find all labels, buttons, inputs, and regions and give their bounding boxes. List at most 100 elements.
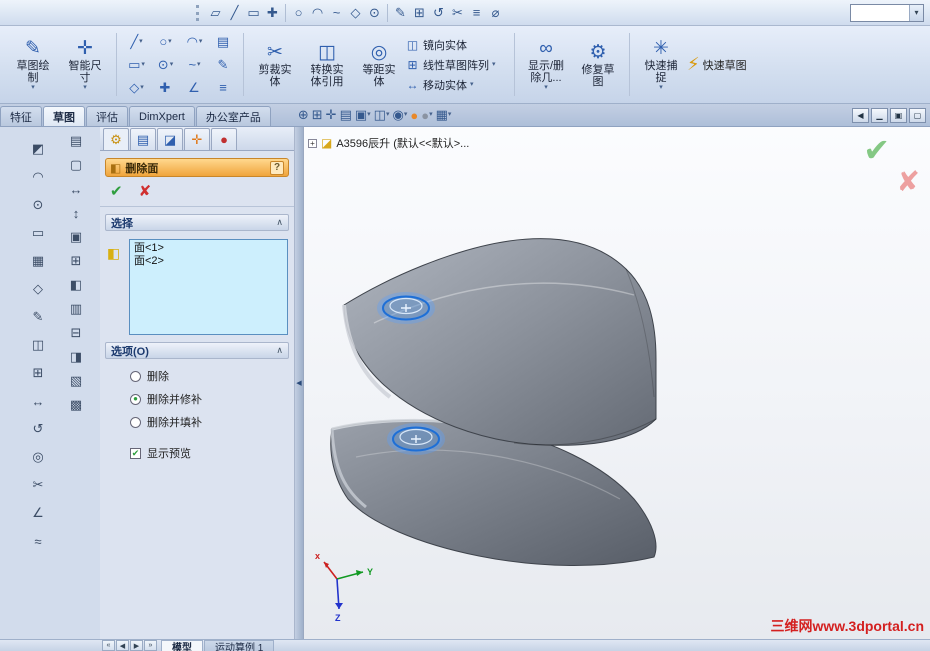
page-icon[interactable]: ▧ [66, 371, 86, 391]
sketch-button[interactable]: ✎ 草图绘 制 ▾ [7, 37, 59, 92]
polygon-tool-icon[interactable]: ◇ [346, 3, 365, 23]
grid2-icon[interactable]: ▩ [66, 395, 86, 415]
model-top-shell[interactable] [343, 238, 657, 446]
display-style-icon[interactable]: ◫ ▾ [374, 107, 390, 123]
splitter-arrow-icon[interactable]: ◀ [296, 379, 301, 387]
scroll-prev-button[interactable]: ◀ [116, 640, 129, 651]
zoom-fit-icon[interactable]: ⊕ [298, 107, 309, 123]
centerline-tool-icon[interactable]: ✚ [263, 3, 282, 23]
combo-dropdown-icon[interactable]: ▾ [909, 4, 923, 21]
notebook-icon[interactable]: ▤ [340, 107, 352, 123]
tab-motion-study-1[interactable]: 运动算例 1 [204, 639, 275, 651]
hide-show-items-icon[interactable]: ◉ ▾ [392, 107, 407, 123]
model-bottom-shell[interactable] [330, 419, 657, 566]
dock-button[interactable]: ◀ [852, 107, 869, 123]
pen-entity-button[interactable]: ✎ [209, 53, 238, 76]
scroll-next-button[interactable]: ▶ [130, 640, 143, 651]
rotate-tool-icon[interactable]: ↺ [429, 3, 448, 23]
offset-entities-button[interactable]: ◎ 等距实 体 [353, 41, 405, 88]
frame-icon[interactable]: ◧ [66, 275, 86, 295]
dropdown-icon[interactable]: ▾ [199, 38, 203, 46]
angle-entity-button[interactable]: ∠ [180, 76, 209, 99]
rect-side-icon[interactable]: ▭ [28, 223, 48, 243]
note-icon[interactable]: ▢ [66, 155, 86, 175]
diameter-tool-icon[interactable]: ⌀ [486, 3, 505, 23]
select-tool-icon[interactable]: ◩ [28, 139, 48, 159]
collapse-chevron-icon[interactable]: ∧ [276, 217, 283, 228]
view-settings-icon[interactable]: ▦ ▾ [436, 107, 452, 123]
line-tool-icon[interactable]: ╱ [225, 3, 244, 23]
tab-office-products[interactable]: 办公室产品 [195, 106, 271, 126]
rectangle-entity-button[interactable]: ▭ ▾ [122, 53, 151, 76]
dropdown-icon[interactable]: ▾ [139, 38, 143, 46]
pm-tab-appearances[interactable]: ● [211, 128, 237, 150]
trim-entities-button[interactable]: ✂ 剪裁实 体 [249, 41, 301, 88]
circle-tool-icon[interactable]: ○ [289, 3, 308, 23]
help-button[interactable]: ? [270, 160, 284, 175]
zoom-select-icon[interactable]: ✛ [326, 107, 337, 123]
selection-item-face2[interactable]: 面<2> [134, 255, 283, 268]
tab-model[interactable]: 模型 [161, 639, 203, 651]
viewport-ok-button[interactable]: ✔ [863, 131, 890, 169]
move-side-icon[interactable]: ↔ [28, 391, 48, 411]
arc-entity-button[interactable]: ◠ ▾ [180, 30, 209, 53]
dropdown-icon[interactable]: ▾ [31, 84, 35, 92]
display-delete-relations-button[interactable]: ∞ 显示/删 除几... ▾ [520, 37, 572, 92]
tree-expand-icon[interactable]: + [308, 138, 317, 148]
toolbar-combo-input[interactable] [851, 7, 909, 18]
dropdown-icon[interactable]: ▾ [470, 81, 474, 89]
dim-horizontal-icon[interactable]: ↔ [66, 179, 86, 199]
parallelogram-tool-icon[interactable]: ▱ [206, 3, 225, 23]
dropdown-icon[interactable]: ▾ [544, 84, 548, 92]
sheet-icon[interactable]: ▣ [66, 227, 86, 247]
wave-side-icon[interactable]: ≈ [28, 531, 48, 551]
options-section-header[interactable]: 选项(O) ∧ [105, 342, 289, 359]
zoom-area-icon[interactable]: ⊞ [312, 107, 323, 123]
float-button[interactable]: ▢ [909, 107, 926, 123]
radio-delete[interactable]: 删除 [130, 368, 294, 384]
selection-item-face1[interactable]: 面<1> [134, 242, 283, 255]
pm-tab-propertymanager[interactable]: ⚙ [103, 128, 129, 150]
tab-evaluate[interactable]: 评估 [86, 106, 128, 126]
more-entity-button[interactable]: ≡ [209, 76, 238, 99]
offset-side-icon[interactable]: ◎ [28, 447, 48, 467]
dropdown-icon[interactable]: ▾ [448, 111, 452, 119]
selected-face-2[interactable] [387, 423, 445, 455]
convert-entities-button[interactable]: ◫ 转换实 体引用 [301, 41, 353, 88]
selected-face-1[interactable] [377, 292, 435, 324]
panel-splitter[interactable]: ◀ [295, 127, 303, 639]
rapid-sketch-button[interactable]: ⚡ 快速草图 [687, 54, 747, 75]
dropdown-icon[interactable]: ▾ [170, 61, 174, 69]
rectangle-tool-icon[interactable]: ▭ [244, 3, 263, 23]
tab-dimxpert[interactable]: DimXpert [129, 106, 195, 126]
dropdown-icon[interactable]: ▾ [83, 84, 87, 92]
polygon-side-icon[interactable]: ◇ [28, 279, 48, 299]
rotate-side-icon[interactable]: ↺ [28, 419, 48, 439]
checkbox-show-preview[interactable]: ✔ 显示预览 [130, 445, 294, 461]
stack-icon[interactable]: ⊟ [66, 323, 86, 343]
dropdown-icon[interactable]: ▾ [404, 111, 408, 119]
edit-appearance-icon[interactable]: ● [410, 108, 418, 123]
graphics-area[interactable]: + ◪ A3596辰升 (默认<<默认>... ✔ ✘ x Y Z 三维网www… [303, 127, 930, 639]
selection-list[interactable]: 面<1> 面<2> [129, 239, 288, 335]
radio-delete-and-fill[interactable]: 删除并填补 [130, 414, 294, 430]
polygon-entity-button[interactable]: ◇ ▾ [122, 76, 151, 99]
layer-icon[interactable]: ◨ [66, 347, 86, 367]
quick-snaps-button[interactable]: ✳ 快速捕 捉 ▾ [635, 37, 687, 92]
circle-side-icon[interactable]: ⊙ [28, 195, 48, 215]
toolbar-grip[interactable] [196, 4, 202, 21]
feature-tree-flyout[interactable]: + ◪ A3596辰升 (默认<<默认>... [308, 135, 469, 151]
text-entity-button[interactable]: ▤ [209, 30, 238, 53]
pm-tab-configurations[interactable]: ◪ [157, 128, 183, 150]
arc-side-icon[interactable]: ◠ [28, 167, 48, 187]
trim-tool-icon[interactable]: ✂ [448, 3, 467, 23]
scroll-last-button[interactable]: » [144, 640, 157, 651]
smart-dimension-button[interactable]: ✛ 智能尺 寸 ▾ [59, 37, 111, 92]
dropdown-icon[interactable]: ▾ [140, 84, 144, 92]
restore-button[interactable]: ▣ [890, 107, 907, 123]
grid-side-icon[interactable]: ▦ [28, 251, 48, 271]
point-tool-icon[interactable]: ⊙ [365, 3, 384, 23]
dropdown-icon[interactable]: ▾ [659, 84, 663, 92]
repair-sketch-button[interactable]: ⚙ 修复草 图 [572, 41, 624, 88]
list-tool-icon[interactable]: ≡ [467, 3, 486, 23]
